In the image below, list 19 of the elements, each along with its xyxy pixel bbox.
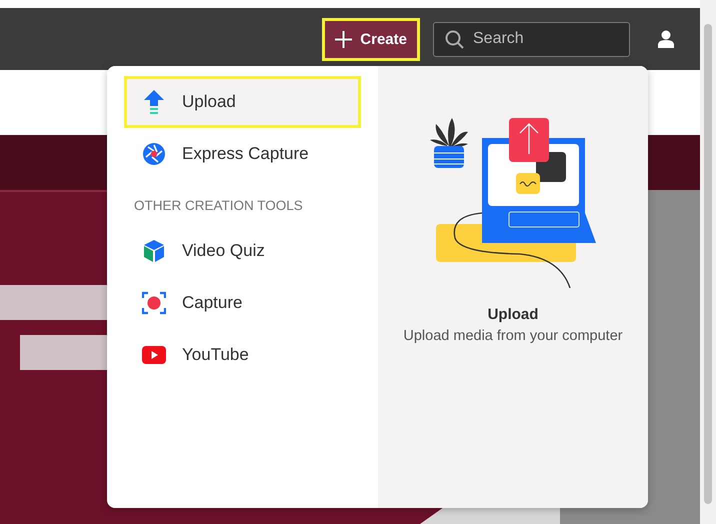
menu-item[interactable]: Upload <box>124 76 361 128</box>
create-button[interactable]: Create <box>325 20 417 58</box>
menu-item[interactable]: Video Quiz <box>124 225 361 277</box>
user-icon[interactable] <box>658 30 674 48</box>
youtube-icon <box>142 346 166 364</box>
preview-description: Upload media from your computer <box>403 328 623 344</box>
menu-item[interactable]: Capture <box>124 277 361 329</box>
section-heading: OTHER CREATION TOOLS <box>133 197 304 215</box>
upload-icon <box>143 89 165 115</box>
search-field[interactable]: Search <box>433 22 630 56</box>
scrollbar[interactable] <box>700 0 716 524</box>
aperture-icon <box>142 142 166 166</box>
cube-icon <box>143 239 165 263</box>
menu-item[interactable]: Express Capture <box>124 128 361 180</box>
record-icon <box>142 291 166 315</box>
plus-icon <box>335 30 352 48</box>
preview-title: Upload <box>488 306 538 323</box>
search-icon <box>445 30 464 48</box>
menu-item[interactable]: YouTube <box>124 329 361 381</box>
